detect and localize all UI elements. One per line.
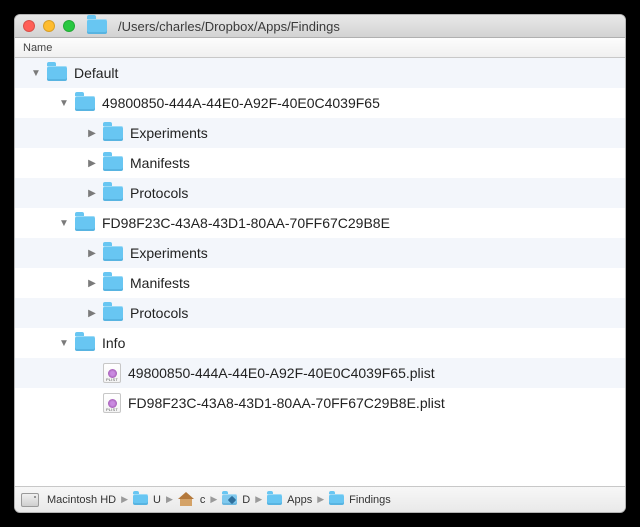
zoom-icon[interactable] <box>63 20 75 32</box>
minimize-icon[interactable] <box>43 20 55 32</box>
column-header-name[interactable]: Name <box>15 38 625 58</box>
tree-row[interactable]: ▶ Experiments <box>15 238 625 268</box>
folder-icon <box>75 216 95 231</box>
file-tree[interactable]: ▼ Default ▼ 49800850-444A-44E0-A92F-40E0C40… <box>15 58 625 486</box>
plist-file-icon <box>103 393 121 413</box>
tree-row-label: Info <box>102 335 125 351</box>
disclosure-triangle-icon[interactable]: ▶ <box>85 276 99 290</box>
path-separator-icon: ▶ <box>121 494 128 505</box>
tree-row[interactable]: ▼ FD98F23C-43A8-43D1-80AA-70FF67C29B8E <box>15 208 625 238</box>
finder-window: /Users/charles/Dropbox/Apps/Findings Nam… <box>14 14 626 513</box>
traffic-lights <box>23 20 75 32</box>
tree-row-label: FD98F23C-43A8-43D1-80AA-70FF67C29B8E <box>102 215 390 231</box>
titlebar[interactable]: /Users/charles/Dropbox/Apps/Findings <box>15 15 625 38</box>
tree-row[interactable]: ▶49800850-444A-44E0-A92F-40E0C4039F65.pl… <box>15 358 625 388</box>
path-segment-label: Macintosh HD <box>47 494 116 506</box>
path-segment[interactable]: Apps <box>267 494 312 506</box>
disclosure-triangle-icon[interactable]: ▼ <box>57 336 71 350</box>
folder-icon <box>103 186 123 201</box>
disclosure-triangle-icon[interactable]: ▶ <box>85 186 99 200</box>
path-segment[interactable]: Macintosh HD <box>21 493 116 507</box>
folder-icon <box>103 126 123 141</box>
tree-row[interactable]: ▼ Info <box>15 328 625 358</box>
tree-row[interactable]: ▶ Manifests <box>15 268 625 298</box>
folder-icon <box>75 96 95 111</box>
tree-row-label: Protocols <box>130 185 188 201</box>
tree-row[interactable]: ▶FD98F23C-43A8-43D1-80AA-70FF67C29B8E.pl… <box>15 388 625 418</box>
close-icon[interactable] <box>23 20 35 32</box>
path-segment-label: Findings <box>349 494 391 506</box>
home-icon <box>178 493 194 506</box>
folder-icon <box>75 336 95 351</box>
tree-row-label: FD98F23C-43A8-43D1-80AA-70FF67C29B8E.pli… <box>128 395 445 411</box>
window-title-text: /Users/charles/Dropbox/Apps/Findings <box>118 19 340 34</box>
path-segment[interactable]: Findings <box>329 494 391 506</box>
disclosure-triangle-icon[interactable]: ▶ <box>85 246 99 260</box>
tree-row-label: Protocols <box>130 305 188 321</box>
path-separator-icon: ▶ <box>317 494 324 505</box>
tree-row-label: Manifests <box>130 155 190 171</box>
tree-row[interactable]: ▶ Protocols <box>15 178 625 208</box>
path-segment[interactable]: D <box>222 494 250 506</box>
dropbox-folder-icon <box>222 494 237 505</box>
disclosure-triangle-icon[interactable]: ▼ <box>29 66 43 80</box>
path-segment-label: D <box>242 494 250 506</box>
tree-row-label: Manifests <box>130 275 190 291</box>
path-separator-icon: ▶ <box>210 494 217 505</box>
disclosure-triangle-icon[interactable]: ▼ <box>57 216 71 230</box>
path-bar[interactable]: Macintosh HD ▶ U ▶ c ▶ D ▶ Apps ▶ Findings <box>15 486 625 512</box>
folder-icon <box>87 19 107 34</box>
tree-row-label: Experiments <box>130 125 208 141</box>
tree-row[interactable]: ▶ Protocols <box>15 298 625 328</box>
path-segment-label: Apps <box>287 494 312 506</box>
folder-icon <box>133 494 148 505</box>
disclosure-triangle-icon[interactable]: ▶ <box>85 126 99 140</box>
window-title: /Users/charles/Dropbox/Apps/Findings <box>87 19 617 34</box>
path-segment-label: c <box>200 494 206 506</box>
plist-file-icon <box>103 363 121 383</box>
tree-row[interactable]: ▼ Default <box>15 58 625 88</box>
path-separator-icon: ▶ <box>255 494 262 505</box>
path-segment[interactable]: U <box>133 494 161 506</box>
folder-icon <box>103 246 123 261</box>
path-segment[interactable]: c <box>178 493 206 506</box>
tree-row-label: Default <box>74 65 118 81</box>
folder-icon <box>267 494 282 505</box>
tree-row-label: Experiments <box>130 245 208 261</box>
hard-drive-icon <box>21 493 39 507</box>
tree-row[interactable]: ▼ 49800850-444A-44E0-A92F-40E0C4039F65 <box>15 88 625 118</box>
folder-icon <box>329 494 344 505</box>
folder-icon <box>103 156 123 171</box>
path-segment-label: U <box>153 494 161 506</box>
tree-row[interactable]: ▶ Experiments <box>15 118 625 148</box>
tree-row-label: 49800850-444A-44E0-A92F-40E0C4039F65 <box>102 95 380 111</box>
tree-row-label: 49800850-444A-44E0-A92F-40E0C4039F65.pli… <box>128 365 435 381</box>
path-separator-icon: ▶ <box>166 494 173 505</box>
tree-row[interactable]: ▶ Manifests <box>15 148 625 178</box>
folder-icon <box>103 276 123 291</box>
disclosure-triangle-icon[interactable]: ▶ <box>85 306 99 320</box>
disclosure-triangle-icon[interactable]: ▼ <box>57 96 71 110</box>
folder-icon <box>47 66 67 81</box>
disclosure-triangle-icon[interactable]: ▶ <box>85 156 99 170</box>
folder-icon <box>103 306 123 321</box>
